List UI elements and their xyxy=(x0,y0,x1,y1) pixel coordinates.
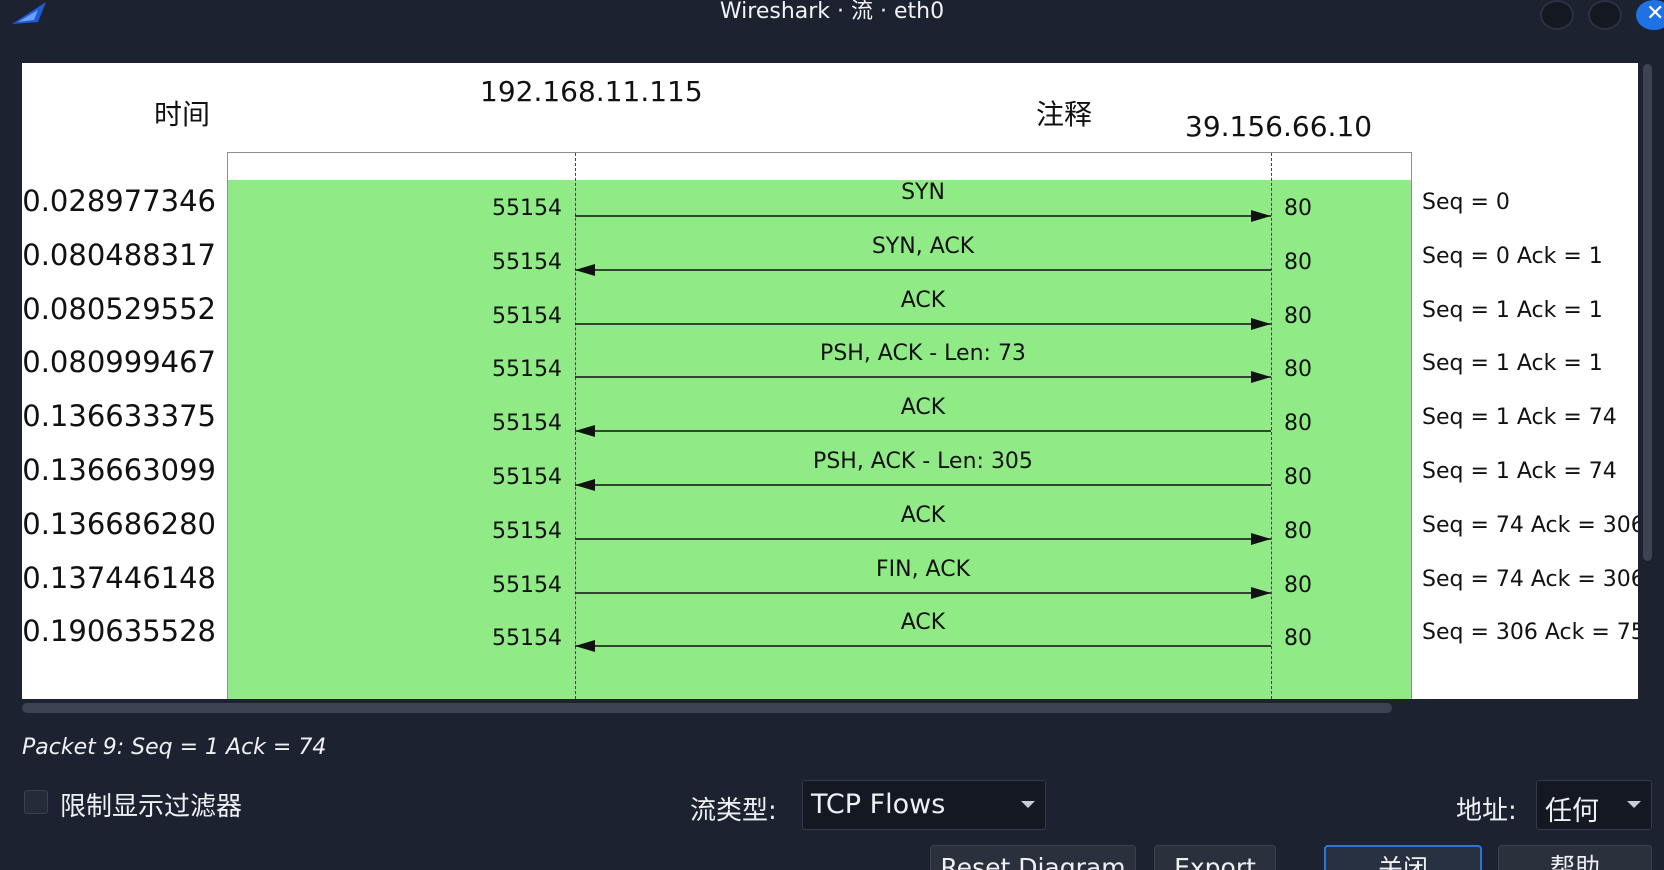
packet-comment: Seq = 1 Ack = 1 xyxy=(1422,297,1603,323)
packet-time: 0.190635528 xyxy=(22,614,216,649)
right-port: 80 xyxy=(1284,249,1312,275)
packet-comment: Seq = 306 Ack = 75 xyxy=(1422,620,1638,646)
right-port: 80 xyxy=(1284,411,1312,437)
packet-flags-label: PSH, ACK - Len: 73 xyxy=(820,341,1026,367)
packet-comment: Seq = 0 Ack = 1 xyxy=(1422,243,1603,269)
packet-time: 0.136663099 xyxy=(22,453,216,487)
packet-comment: Seq = 1 Ack = 74 xyxy=(1422,405,1617,431)
left-port: 55154 xyxy=(492,465,562,490)
packet-time: 0.080529552 xyxy=(22,291,216,326)
packet-flags-label: ACK xyxy=(900,610,946,636)
flow-row[interactable]: 0.136633375 55154 ACK 80 Seq = 1 Ack = 74 xyxy=(22,391,1638,448)
flow-diagram[interactable]: 时间 192.168.11.115 注释 39.156.66.10 0.0289… xyxy=(22,63,1638,699)
chevron-down-icon xyxy=(1021,801,1035,808)
packet-comment: Seq = 1 Ack = 1 xyxy=(1422,351,1603,377)
packet-flags-label: ACK xyxy=(900,395,946,421)
flow-row[interactable]: 0.136663099 55154 PSH, ACK - Len: 305 80 Seq… xyxy=(22,445,1638,502)
packet-flags-label: ACK xyxy=(900,287,946,313)
flow-row[interactable]: 0.190635528 55154 ACK 80 Seq = 306 Ack = 75 xyxy=(22,606,1638,663)
arrow-left-icon xyxy=(575,479,1271,491)
packet-time: 0.080488317 xyxy=(22,237,216,272)
arrow-right-icon xyxy=(575,317,1271,330)
close-window-button[interactable]: ✕ xyxy=(1636,0,1664,30)
address-select[interactable]: 任何 xyxy=(1536,780,1652,830)
packet-flags-label: ACK xyxy=(900,502,946,528)
left-port: 55154 xyxy=(492,303,562,329)
time-column-header: 时间 xyxy=(154,98,211,131)
packet-time: 0.136633375 xyxy=(22,399,216,434)
right-port: 80 xyxy=(1284,572,1312,598)
left-port: 55154 xyxy=(492,357,562,383)
arrow-left-icon xyxy=(575,425,1271,438)
packet-time: 0.136686280 xyxy=(22,506,216,541)
left-port: 55154 xyxy=(492,626,562,652)
flow-row[interactable]: 0.080488317 55154 SYN, ACK 80 Seq = 0 Ack = … xyxy=(22,230,1638,287)
arrow-right-icon xyxy=(575,371,1271,384)
packet-time: 0.080999467 xyxy=(22,345,216,380)
flow-type-value: TCP Flows xyxy=(811,789,946,820)
arrow-left-icon xyxy=(575,263,1271,276)
right-port: 80 xyxy=(1284,626,1312,652)
chevron-down-icon xyxy=(1627,801,1641,808)
packet-comment: Seq = 0 xyxy=(1422,190,1510,215)
window-title: Wireshark · 流 · eth0 xyxy=(719,0,945,24)
arrow-right-icon xyxy=(575,532,1271,545)
left-port: 55154 xyxy=(492,196,562,221)
left-port: 55154 xyxy=(492,249,562,275)
left-port: 55154 xyxy=(492,572,562,598)
left-port: 55154 xyxy=(492,411,562,437)
address-value: 任何 xyxy=(1545,796,1599,827)
left-port: 55154 xyxy=(492,518,562,544)
right-port: 80 xyxy=(1284,518,1312,544)
maximize-button[interactable] xyxy=(1588,0,1622,30)
flow-type-label: 流类型: xyxy=(690,796,777,826)
packet-time: 0.137446148 xyxy=(22,560,216,595)
packet-comment: Seq = 74 Ack = 306 xyxy=(1422,512,1638,538)
reset-diagram-button[interactable]: Reset Diagram xyxy=(930,845,1136,870)
comment-column-header: 注释 xyxy=(1036,98,1093,131)
packet-flags-label: SYN xyxy=(901,180,945,205)
export-button[interactable]: Export xyxy=(1154,845,1276,870)
arrow-left-icon xyxy=(575,640,1271,653)
right-port: 80 xyxy=(1284,465,1312,490)
packet-status-text: Packet 9: Seq = 1 Ack = 74 xyxy=(22,735,327,760)
arrow-right-icon xyxy=(575,586,1271,599)
flow-row[interactable]: 0.080999467 55154 PSH, ACK - Len: 73 80 Seq … xyxy=(22,337,1638,394)
flow-row[interactable]: 0.136686280 55154 ACK 80 Seq = 74 Ack = 306 xyxy=(22,499,1638,556)
flow-row[interactable]: 0.080529552 55154 ACK 80 Seq = 1 Ack = 1 xyxy=(22,284,1638,341)
packet-time: 0.028977346 xyxy=(22,184,216,218)
packet-comment: Seq = 74 Ack = 306 xyxy=(1422,566,1638,592)
flow-row[interactable]: 0.028977346 55154 SYN 80 Seq = 0 xyxy=(22,176,1638,233)
vertical-scrollbar[interactable] xyxy=(1643,64,1652,561)
flow-type-select[interactable]: TCP Flows xyxy=(802,780,1046,830)
arrow-right-icon xyxy=(575,210,1271,222)
limit-filter-checkbox[interactable] xyxy=(24,790,48,814)
flow-row[interactable]: 0.137446148 55154 FIN, ACK 80 Seq = 74 Ack =… xyxy=(22,553,1638,610)
title-bar: Wireshark · 流 · eth0 ✕ xyxy=(0,0,1664,30)
minimize-button[interactable] xyxy=(1540,0,1574,30)
address-label: 地址: xyxy=(1456,796,1517,826)
help-button[interactable]: 帮助 xyxy=(1498,845,1652,870)
close-button[interactable]: 关闭 xyxy=(1324,845,1482,870)
packet-flags-label: PSH, ACK - Len: 305 xyxy=(813,449,1033,474)
right-port: 80 xyxy=(1284,357,1312,383)
right-port: 80 xyxy=(1284,196,1312,221)
limit-filter-label[interactable]: 限制显示过滤器 xyxy=(60,786,242,823)
packet-flags-label: SYN, ACK xyxy=(871,233,975,259)
right-port: 80 xyxy=(1284,303,1312,329)
packet-comment: Seq = 1 Ack = 74 xyxy=(1422,459,1617,484)
packet-flags-label: FIN, ACK xyxy=(875,556,971,582)
right-host-header: 39.156.66.10 xyxy=(1185,110,1373,143)
left-host-header: 192.168.11.115 xyxy=(480,75,703,108)
horizontal-scrollbar[interactable] xyxy=(22,703,1392,713)
